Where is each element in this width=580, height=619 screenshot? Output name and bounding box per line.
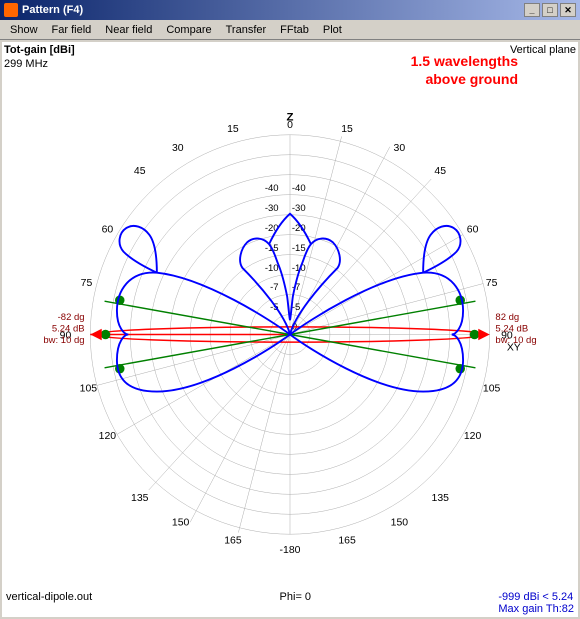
svg-text:15: 15 (227, 124, 239, 135)
svg-text:-30: -30 (292, 203, 306, 214)
svg-text:165: 165 (224, 536, 242, 547)
menu-fftab[interactable]: FFtab (274, 22, 315, 38)
svg-text:15: 15 (341, 124, 353, 135)
chart-container: 0 15 30 45 60 75 90 105 120 135 150 165 … (12, 92, 568, 577)
close-button[interactable]: ✕ (560, 3, 576, 17)
svg-text:-40: -40 (265, 183, 279, 194)
menu-plot[interactable]: Plot (317, 22, 348, 38)
menu-transfer[interactable]: Transfer (220, 22, 273, 38)
svg-text:bw: 10 dg: bw: 10 dg (495, 335, 536, 346)
svg-text:-5: -5 (292, 302, 300, 313)
svg-text:135: 135 (131, 493, 149, 504)
minimize-button[interactable]: _ (524, 3, 540, 17)
svg-text:-20: -20 (265, 223, 279, 234)
annotation-text: 1.5 wavelengths above ground (411, 52, 518, 88)
svg-text:5.24 dB: 5.24 dB (52, 324, 85, 335)
svg-text:bw: 10 dg: bw: 10 dg (43, 335, 84, 346)
svg-text:82 dg: 82 dg (495, 312, 519, 323)
svg-text:-82 dg: -82 dg (58, 312, 85, 323)
title-bar-left: Pattern (F4) (4, 3, 83, 17)
svg-text:165: 165 (338, 536, 356, 547)
svg-text:135: 135 (432, 493, 450, 504)
menu-near-field[interactable]: Near field (99, 22, 158, 38)
svg-text:Z: Z (287, 112, 294, 124)
menu-show[interactable]: Show (4, 22, 44, 38)
svg-text:45: 45 (434, 166, 446, 177)
svg-text:150: 150 (172, 518, 190, 529)
gain-label: Tot-gain [dBi] (4, 44, 75, 56)
svg-text:30: 30 (172, 143, 184, 154)
file-label: vertical-dipole.out (6, 591, 92, 615)
svg-text:105: 105 (483, 384, 501, 395)
svg-text:75: 75 (81, 278, 93, 289)
vertical-plane-label: Vertical plane (510, 44, 576, 56)
frequency-label: 299 MHz (4, 58, 48, 70)
gain-range: -999 dBi < 5.24 (498, 591, 573, 603)
app-icon (4, 3, 18, 17)
svg-text:-180: -180 (280, 545, 301, 556)
polar-chart: 0 15 30 45 60 75 90 105 120 135 150 165 … (12, 92, 568, 577)
title-bar-controls[interactable]: _ □ ✕ (524, 3, 576, 17)
gain-range-label: -999 dBi < 5.24 Max gain Th:82 (498, 591, 574, 615)
svg-text:30: 30 (394, 143, 406, 154)
svg-text:-15: -15 (292, 243, 306, 254)
svg-text:60: 60 (467, 225, 479, 236)
menu-far-field[interactable]: Far field (46, 22, 98, 38)
maximize-button[interactable]: □ (542, 3, 558, 17)
svg-text:60: 60 (102, 225, 114, 236)
svg-text:5.24 dB: 5.24 dB (495, 324, 528, 335)
annotation-line2: above ground (425, 71, 518, 87)
max-gain: Max gain Th:82 (498, 603, 574, 615)
svg-text:-30: -30 (265, 203, 279, 214)
svg-text:-40: -40 (292, 183, 306, 194)
svg-text:-10: -10 (265, 263, 279, 274)
phi-label: Phi= 0 (280, 591, 312, 615)
svg-text:75: 75 (486, 278, 498, 289)
bottom-bar: vertical-dipole.out Phi= 0 -999 dBi < 5.… (6, 591, 574, 615)
svg-text:105: 105 (80, 384, 98, 395)
annotation-line1: 1.5 wavelengths (411, 53, 518, 69)
window-title: Pattern (F4) (22, 4, 83, 16)
title-bar: Pattern (F4) _ □ ✕ (0, 0, 580, 20)
content-area: Tot-gain [dBi] 299 MHz Vertical plane 1.… (2, 42, 578, 617)
svg-text:150: 150 (391, 518, 409, 529)
svg-text:120: 120 (99, 431, 117, 442)
menu-bar: Show Far field Near field Compare Transf… (0, 20, 580, 40)
menu-compare[interactable]: Compare (160, 22, 217, 38)
svg-text:120: 120 (464, 431, 482, 442)
svg-text:-7: -7 (270, 282, 278, 293)
svg-text:45: 45 (134, 166, 146, 177)
